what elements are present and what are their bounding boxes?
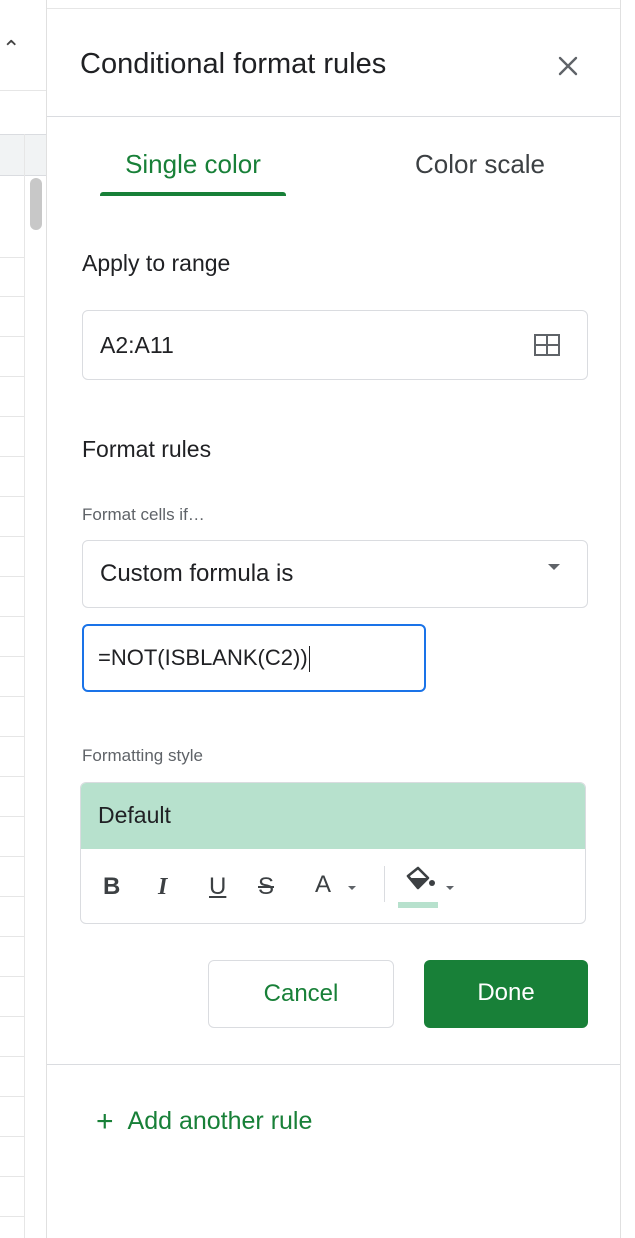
- plus-icon: +: [96, 1105, 114, 1138]
- gridline: [0, 496, 24, 497]
- condition-select-value[interactable]: Custom formula is: [100, 559, 293, 589]
- text-color-caret-icon[interactable]: [348, 886, 356, 890]
- scrollbar-thumb[interactable]: [30, 178, 42, 230]
- style-preview-text[interactable]: Default: [98, 800, 171, 830]
- format-cells-if-label: Format cells if…: [82, 505, 205, 524]
- gridline: [0, 696, 24, 697]
- underline-button[interactable]: U: [209, 872, 226, 902]
- column-header-strip: [0, 134, 46, 176]
- done-button[interactable]: Done: [424, 960, 588, 1028]
- cancel-button[interactable]: Cancel: [208, 960, 394, 1028]
- close-icon[interactable]: [548, 46, 588, 86]
- bold-button[interactable]: B: [103, 872, 120, 902]
- gridline: [0, 816, 24, 817]
- add-rule-label: Add another rule: [127, 1107, 313, 1135]
- gridline: [0, 416, 24, 417]
- gridline: [24, 134, 25, 1238]
- active-tab-indicator: [100, 192, 286, 196]
- gridline: [0, 856, 24, 857]
- tab-single-color[interactable]: Single color: [100, 146, 286, 182]
- formatting-style-label: Formatting style: [82, 746, 203, 765]
- gridline: [0, 1096, 24, 1097]
- tab-color-scale[interactable]: Color scale: [392, 146, 568, 182]
- gridline: [0, 936, 24, 937]
- gridline: [0, 296, 24, 297]
- panel-right-border: [620, 0, 621, 1238]
- collapse-caret-icon[interactable]: ⌃: [2, 38, 20, 60]
- range-input-value[interactable]: A2:A11: [100, 330, 174, 360]
- conditional-format-panel: [47, 0, 620, 1238]
- gridline: [0, 1056, 24, 1057]
- formula-text: =NOT(ISBLANK(C2)): [98, 645, 308, 670]
- gridline: [0, 257, 24, 258]
- text-cursor: [308, 646, 310, 673]
- gridline: [0, 656, 24, 657]
- apply-to-range-label: Apply to range: [82, 250, 231, 276]
- fill-color-caret-icon[interactable]: [446, 886, 454, 890]
- gridline: [0, 376, 24, 377]
- gridline: [0, 736, 24, 737]
- gridline: [0, 456, 24, 457]
- formula-input-value[interactable]: =NOT(ISBLANK(C2)): [98, 644, 310, 673]
- gridline: [0, 1176, 24, 1177]
- gridline: [0, 976, 24, 977]
- toolbar-divider: [384, 866, 385, 902]
- gridline: [0, 1136, 24, 1137]
- gridline: [0, 336, 24, 337]
- gridline: [0, 776, 24, 777]
- header-divider: [47, 116, 620, 117]
- gridline: [0, 1216, 24, 1217]
- strikethrough-button[interactable]: S: [258, 872, 274, 902]
- dropdown-caret-icon[interactable]: [548, 564, 560, 570]
- grid-select-icon[interactable]: [532, 332, 562, 358]
- add-another-rule-button[interactable]: + Add another rule: [96, 1104, 312, 1139]
- gridline: [0, 896, 24, 897]
- footer-divider: [47, 1064, 620, 1065]
- gridline: [0, 616, 24, 617]
- panel-top-border: [47, 8, 620, 9]
- panel-title: Conditional format rules: [80, 48, 387, 80]
- fill-color-icon[interactable]: [398, 866, 438, 910]
- italic-button[interactable]: I: [158, 872, 167, 902]
- spreadsheet-edge: ⌃: [0, 0, 47, 1238]
- text-color-button[interactable]: A: [315, 870, 331, 900]
- gridline: [0, 536, 24, 537]
- gridline: [0, 576, 24, 577]
- gridline: [0, 1016, 24, 1017]
- format-rules-label: Format rules: [82, 436, 212, 462]
- gridline: [0, 90, 46, 91]
